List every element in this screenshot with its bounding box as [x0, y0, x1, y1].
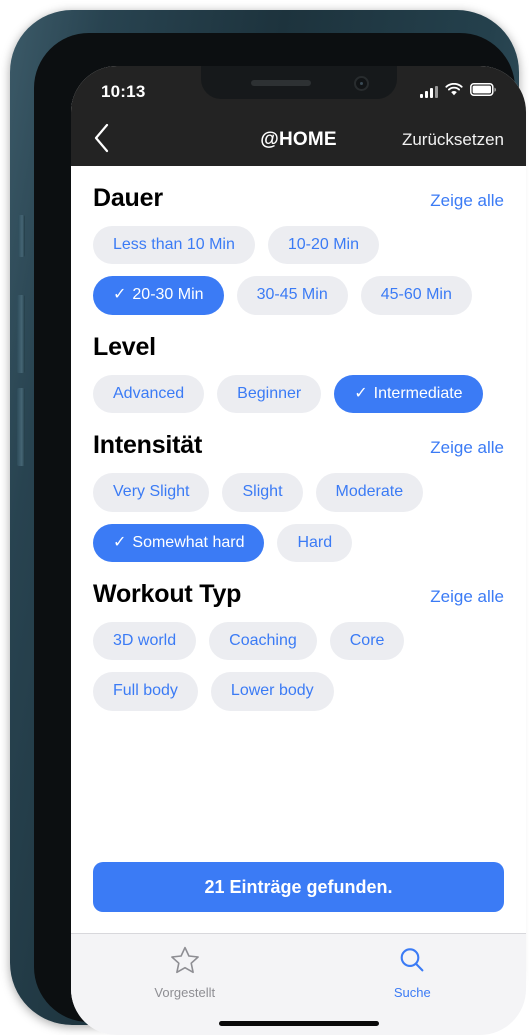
phone-screen: 10:13 @HOME Zurücksetzen Dauer Zeige all… — [71, 66, 526, 1035]
home-indicator — [218, 1021, 379, 1026]
results-button[interactable]: 21 Einträge gefunden. — [93, 862, 504, 912]
filter-section: Workout Typ Zeige alle 3D world Coaching Cor… — [93, 562, 504, 711]
navigation-bar: @HOME Zurücksetzen — [71, 114, 526, 166]
filter-section: Dauer Zeige alle Less than 10 Min 10-20 Min… — [93, 166, 504, 315]
filter-chip[interactable]: Slight — [222, 473, 303, 512]
filter-chip[interactable]: ✓ Somewhat hard — [93, 523, 265, 562]
chip-label: Intermediate — [373, 384, 463, 402]
filter-chip[interactable]: ✓ 20-30 Min — [93, 276, 224, 315]
chip-label: Slight — [242, 483, 283, 501]
filter-chip[interactable]: 3D world — [93, 621, 197, 661]
filter-chip[interactable]: Core — [329, 621, 405, 661]
status-time: 10:13 — [101, 82, 146, 101]
chip-label: Lower body — [230, 682, 314, 700]
filter-section: Intensität Zeige alle Very Slight Slight Mod… — [93, 413, 504, 562]
chip-label: 20-30 Min — [132, 286, 204, 304]
chip-label: 3D world — [113, 631, 177, 649]
chip-label: 10-20 Min — [287, 236, 360, 253]
filter-chip[interactable]: Very Slight — [93, 473, 210, 512]
chevron-left-icon — [93, 123, 110, 158]
filter-chip[interactable]: Coaching — [209, 621, 317, 661]
filter-chip[interactable]: Moderate — [315, 473, 424, 512]
filter-chip[interactable]: Lower body — [210, 672, 334, 711]
volume-down-button[interactable] — [17, 388, 25, 466]
chip-group: Very Slight Slight Moderate ✓ Somewhat hard H… — [93, 473, 504, 562]
chip-label: Less than 10 Min — [113, 236, 235, 253]
filter-chip[interactable]: ✓ Intermediate — [334, 374, 483, 414]
chip-label: Somewhat hard — [132, 533, 245, 551]
earpiece-speaker-icon — [250, 80, 311, 86]
phone-device-frame: 10:13 @HOME Zurücksetzen Dauer Zeige all… — [10, 10, 526, 1035]
wifi-icon — [445, 82, 463, 101]
chip-label: Moderate — [335, 483, 404, 501]
volume-up-button[interactable] — [17, 295, 25, 373]
reset-button[interactable]: Zurücksetzen — [402, 130, 504, 150]
section-title: Level — [93, 332, 156, 361]
chip-label: Core — [349, 631, 385, 649]
section-header: Level — [93, 333, 504, 362]
show-all-link[interactable]: Zeige alle — [430, 438, 504, 458]
star-icon — [169, 945, 201, 981]
section-title: Intensität — [93, 431, 203, 460]
tab-label: Suche — [393, 985, 431, 1000]
filter-sections: Dauer Zeige alle Less than 10 Min 10-20 Min… — [93, 166, 504, 711]
filter-content: Dauer Zeige alle Less than 10 Min 10-20 Min… — [71, 166, 526, 933]
status-indicators — [420, 79, 496, 101]
check-icon: ✓ — [354, 384, 368, 402]
mute-switch-button[interactable] — [18, 215, 25, 257]
chip-group: Less than 10 Min 10-20 Min ✓ 20-30 Min 30-45… — [93, 226, 504, 315]
filter-chip[interactable]: Full body — [93, 672, 198, 711]
chip-label: Full body — [113, 682, 178, 700]
filter-chip[interactable]: 10-20 Min — [267, 226, 380, 265]
chip-label: Coaching — [229, 631, 297, 649]
section-title: Dauer — [93, 184, 163, 212]
chip-label: Advanced — [113, 384, 185, 402]
filter-section: Level Advanced Beginner ✓ Intermediate — [93, 315, 504, 414]
filter-chip[interactable]: Less than 10 Min — [93, 226, 255, 265]
phone-bezel: 10:13 @HOME Zurücksetzen Dauer Zeige all… — [34, 33, 526, 1035]
tab-vorgestellt[interactable]: Vorgestellt — [71, 934, 299, 1035]
filter-chip[interactable]: 30-45 Min — [236, 276, 348, 315]
tab-suche[interactable]: Suche — [299, 934, 527, 1035]
battery-full-icon — [470, 83, 496, 101]
check-icon: ✓ — [113, 286, 127, 304]
tab-label: Vorgestellt — [154, 985, 216, 1000]
chip-label: Beginner — [237, 384, 302, 402]
front-camera-icon — [353, 76, 369, 91]
chip-group: 3D world Coaching Core Full body Lower body — [93, 621, 504, 711]
search-icon — [396, 945, 428, 981]
section-title: Workout Typ — [93, 579, 242, 608]
filter-chip[interactable]: Beginner — [217, 374, 322, 414]
chip-label: Hard — [297, 533, 333, 551]
filter-chip[interactable]: 45-60 Min — [360, 276, 472, 315]
cellular-signal-icon — [420, 86, 438, 98]
section-header: Workout Typ Zeige alle — [93, 580, 504, 609]
filter-chip[interactable]: Hard — [277, 523, 353, 562]
back-button[interactable] — [93, 123, 131, 158]
chip-group: Advanced Beginner ✓ Intermediate — [93, 374, 504, 414]
filter-chip[interactable]: Advanced — [93, 374, 205, 414]
chip-label: 30-45 Min — [256, 286, 328, 304]
section-header: Dauer Zeige alle — [93, 184, 504, 213]
show-all-link[interactable]: Zeige alle — [430, 191, 504, 211]
notch — [200, 66, 397, 99]
chip-label: 45-60 Min — [380, 286, 452, 304]
chip-label: Very Slight — [113, 483, 190, 501]
check-icon: ✓ — [113, 533, 127, 551]
section-header: Intensität Zeige alle — [93, 431, 504, 460]
tab-bar: Vorgestellt Suche — [71, 933, 526, 1035]
show-all-link[interactable]: Zeige alle — [430, 587, 504, 607]
